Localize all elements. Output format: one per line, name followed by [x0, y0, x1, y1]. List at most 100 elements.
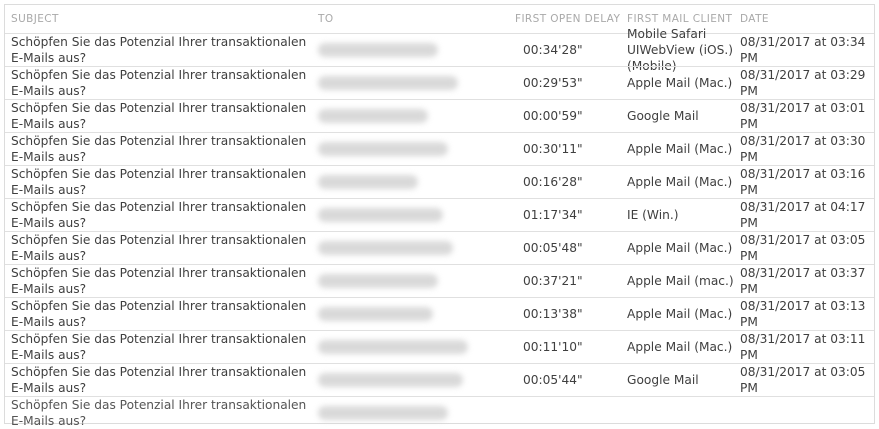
cell-first-open-delay-text: 00:29'53"	[523, 76, 583, 90]
cell-first-open-delay-text: 00:05'44"	[523, 373, 583, 387]
cell-first-mail-client: Google Mail	[627, 364, 737, 396]
cell-subject: Schöpfen Sie das Potenzial Ihrer transak…	[11, 364, 321, 396]
table-row[interactable]: Schöpfen Sie das Potenzial Ihrer transak…	[5, 330, 874, 363]
column-header-subject[interactable]: SUBJECT	[11, 5, 321, 33]
cell-first-mail-client-text: Apple Mail (mac.)	[627, 274, 734, 288]
redacted-recipient	[318, 340, 468, 354]
column-header-to[interactable]: TO	[318, 5, 508, 33]
table-body: Schöpfen Sie das Potenzial Ihrer transak…	[5, 27, 874, 429]
cell-subject-text: Schöpfen Sie das Potenzial Ihrer transak…	[11, 266, 307, 296]
cell-first-open-delay: 00:13'38"	[515, 298, 627, 330]
cell-date-text: 08/31/2017 at 03:01 PM	[740, 101, 866, 131]
cell-first-open-delay-text: 00:30'11"	[523, 142, 583, 156]
cell-subject-text: Schöpfen Sie das Potenzial Ihrer transak…	[11, 233, 307, 263]
cell-subject: Schöpfen Sie das Potenzial Ihrer transak…	[11, 232, 321, 264]
table-row[interactable]: Schöpfen Sie das Potenzial Ihrer transak…	[5, 99, 874, 132]
cell-first-mail-client: Apple Mail (Mac.)	[627, 166, 737, 198]
table-row[interactable]: Schöpfen Sie das Potenzial Ihrer transak…	[5, 231, 874, 264]
cell-subject-text: Schöpfen Sie das Potenzial Ihrer transak…	[11, 398, 307, 428]
table-row[interactable]: Schöpfen Sie das Potenzial Ihrer transak…	[5, 297, 874, 330]
cell-subject-text: Schöpfen Sie das Potenzial Ihrer transak…	[11, 332, 307, 362]
column-header-date[interactable]: DATE	[740, 5, 870, 33]
cell-subject: Schöpfen Sie das Potenzial Ihrer transak…	[11, 199, 321, 231]
cell-first-open-delay-text: 00:16'28"	[523, 175, 583, 189]
cell-date: 08/31/2017 at 03:11 PM	[740, 331, 870, 363]
table-row[interactable]: Schöpfen Sie das Potenzial Ihrer transak…	[5, 27, 874, 73]
cell-first-mail-client	[627, 397, 737, 429]
cell-date: 08/31/2017 at 03:29 PM	[740, 67, 870, 99]
redacted-recipient	[318, 109, 428, 123]
redacted-recipient	[318, 142, 448, 156]
cell-first-open-delay: 00:30'11"	[515, 133, 627, 165]
cell-subject-text: Schöpfen Sie das Potenzial Ihrer transak…	[11, 35, 307, 65]
cell-first-open-delay	[515, 397, 627, 429]
redacted-recipient	[318, 406, 448, 420]
cell-date	[740, 397, 870, 429]
cell-first-mail-client-text: Apple Mail (Mac.)	[627, 76, 733, 90]
cell-date: 08/31/2017 at 03:37 PM	[740, 265, 870, 297]
table-row[interactable]: Schöpfen Sie das Potenzial Ihrer transak…	[5, 132, 874, 165]
cell-subject: Schöpfen Sie das Potenzial Ihrer transak…	[11, 166, 321, 198]
cell-subject-text: Schöpfen Sie das Potenzial Ihrer transak…	[11, 68, 307, 98]
cell-first-open-delay: 00:29'53"	[515, 67, 627, 99]
cell-first-mail-client: Google Mail	[627, 100, 737, 132]
cell-first-open-delay: 00:00'59"	[515, 100, 627, 132]
redacted-recipient	[318, 175, 418, 189]
cell-date-text: 08/31/2017 at 03:05 PM	[740, 233, 866, 263]
email-opens-table: SUBJECT TO FIRST OPEN DELAY FIRST MAIL C…	[4, 4, 875, 428]
cell-first-mail-client: Apple Mail (Mac.)	[627, 298, 737, 330]
cell-first-mail-client: Mobile Safari UIWebView (iOS.) (Mobile)	[627, 27, 737, 73]
cell-subject-text: Schöpfen Sie das Potenzial Ihrer transak…	[11, 134, 307, 164]
table-row[interactable]: Schöpfen Sie das Potenzial Ihrer transak…	[5, 396, 874, 429]
table-row[interactable]: Schöpfen Sie das Potenzial Ihrer transak…	[5, 165, 874, 198]
cell-date-text: 08/31/2017 at 03:37 PM	[740, 266, 866, 296]
cell-first-mail-client-text: Apple Mail (Mac.)	[627, 340, 733, 354]
cell-subject: Schöpfen Sie das Potenzial Ihrer transak…	[11, 133, 321, 165]
cell-first-open-delay: 00:34'28"	[515, 34, 627, 66]
cell-date: 08/31/2017 at 03:34 PM	[740, 34, 870, 66]
cell-first-open-delay-text: 01:17'34"	[523, 208, 583, 222]
cell-date: 08/31/2017 at 03:16 PM	[740, 166, 870, 198]
cell-date-text: 08/31/2017 at 03:29 PM	[740, 68, 866, 98]
cell-date-text: 08/31/2017 at 04:17 PM	[740, 200, 866, 230]
redacted-recipient	[318, 274, 438, 288]
table-header: SUBJECT TO FIRST OPEN DELAY FIRST MAIL C…	[5, 5, 874, 33]
redacted-recipient	[318, 307, 433, 321]
cell-subject: Schöpfen Sie das Potenzial Ihrer transak…	[11, 397, 321, 429]
cell-date-text: 08/31/2017 at 03:05 PM	[740, 365, 866, 395]
redacted-recipient	[318, 76, 458, 90]
table-row[interactable]: Schöpfen Sie das Potenzial Ihrer transak…	[5, 363, 874, 396]
cell-date: 08/31/2017 at 03:05 PM	[740, 364, 870, 396]
cell-first-open-delay: 01:17'34"	[515, 199, 627, 231]
cell-subject-text: Schöpfen Sie das Potenzial Ihrer transak…	[11, 365, 307, 395]
table-row[interactable]: Schöpfen Sie das Potenzial Ihrer transak…	[5, 264, 874, 297]
redacted-recipient	[318, 241, 453, 255]
cell-date-text: 08/31/2017 at 03:34 PM	[740, 35, 866, 65]
cell-first-open-delay-text: 00:05'48"	[523, 241, 583, 255]
redacted-recipient	[318, 43, 438, 57]
cell-first-open-delay: 00:37'21"	[515, 265, 627, 297]
cell-subject: Schöpfen Sie das Potenzial Ihrer transak…	[11, 67, 321, 99]
cell-first-mail-client: Apple Mail (Mac.)	[627, 67, 737, 99]
cell-first-mail-client-text: Apple Mail (Mac.)	[627, 307, 733, 321]
cell-date: 08/31/2017 at 03:05 PM	[740, 232, 870, 264]
cell-first-open-delay-text: 00:00'59"	[523, 109, 583, 123]
cell-first-mail-client: IE (Win.)	[627, 199, 737, 231]
table-row[interactable]: Schöpfen Sie das Potenzial Ihrer transak…	[5, 66, 874, 99]
cell-first-open-delay: 00:05'44"	[515, 364, 627, 396]
column-header-first-open-delay[interactable]: FIRST OPEN DELAY	[515, 5, 627, 33]
table-row[interactable]: Schöpfen Sie das Potenzial Ihrer transak…	[5, 198, 874, 231]
cell-first-mail-client: Apple Mail (Mac.)	[627, 133, 737, 165]
cell-subject: Schöpfen Sie das Potenzial Ihrer transak…	[11, 298, 321, 330]
cell-first-open-delay-text: 00:37'21"	[523, 274, 583, 288]
cell-first-open-delay-text: 00:13'38"	[523, 307, 583, 321]
cell-first-mail-client-text: IE (Win.)	[627, 208, 679, 222]
cell-subject: Schöpfen Sie das Potenzial Ihrer transak…	[11, 331, 321, 363]
cell-first-mail-client-text: Google Mail	[627, 373, 699, 387]
cell-subject-text: Schöpfen Sie das Potenzial Ihrer transak…	[11, 299, 307, 329]
cell-first-mail-client: Apple Mail (mac.)	[627, 265, 737, 297]
cell-date-text: 08/31/2017 at 03:16 PM	[740, 167, 866, 197]
cell-date: 08/31/2017 at 03:01 PM	[740, 100, 870, 132]
cell-first-open-delay: 00:11'10"	[515, 331, 627, 363]
cell-first-open-delay: 00:05'48"	[515, 232, 627, 264]
